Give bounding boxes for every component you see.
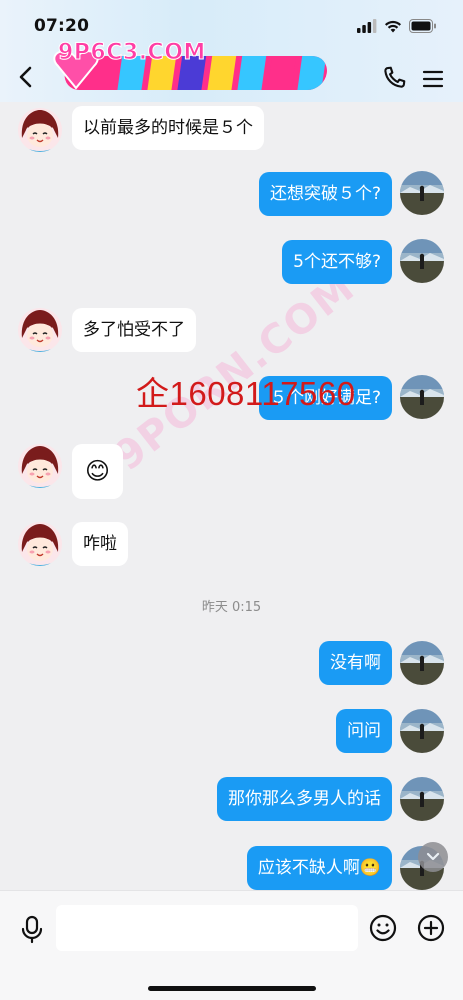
emoji-button[interactable] (368, 913, 398, 943)
time-separator: 昨天 0:15 (201, 600, 262, 615)
chat-message-list[interactable]: 9PORN.COM 以前最多的时候是５个 还想突破５个? 5个还不够? 多了怕受… (0, 102, 463, 890)
menu-button[interactable] (420, 66, 446, 92)
smiley-icon (369, 914, 397, 942)
voice-input-button[interactable] (18, 914, 46, 944)
contact-avatar[interactable] (18, 308, 62, 352)
more-actions-button[interactable] (416, 913, 446, 943)
incoming-message-bubble[interactable]: 咋啦 (72, 522, 128, 566)
contact-avatar[interactable] (18, 522, 62, 566)
outgoing-message-bubble[interactable]: 5个还不够? (282, 240, 392, 284)
my-avatar[interactable] (400, 709, 444, 753)
cartoon-girl-avatar (18, 108, 62, 152)
menu-icon (422, 70, 444, 88)
incoming-message-bubble[interactable]: 😊 (72, 444, 124, 499)
watermark-logo: 9P6C3.COM (40, 36, 340, 106)
my-avatar[interactable] (400, 171, 444, 215)
overlay-contact-watermark: 企1608117560 (136, 375, 356, 412)
my-avatar[interactable] (400, 239, 444, 283)
cartoon-girl-avatar (18, 444, 62, 488)
home-indicator (148, 986, 316, 991)
battery-icon (409, 19, 436, 33)
cartoon-girl-avatar (18, 522, 62, 566)
watermark-logo-text: 9P6C3.COM (58, 40, 206, 66)
landscape-avatar (400, 239, 444, 283)
outgoing-message-bubble[interactable]: 应该不缺人啊😬 (246, 846, 392, 890)
landscape-avatar (400, 375, 444, 419)
chevron-down-icon (426, 852, 440, 861)
landscape-avatar (400, 171, 444, 215)
my-avatar[interactable] (400, 375, 444, 419)
message-input-bar (0, 890, 463, 1000)
back-button[interactable] (12, 62, 38, 92)
microphone-icon (21, 915, 43, 944)
wifi-icon (385, 20, 401, 33)
plus-circle-icon (417, 914, 445, 942)
my-avatar[interactable] (400, 777, 444, 821)
chevron-left-icon (19, 66, 32, 88)
phone-icon (384, 66, 406, 88)
landscape-avatar (400, 641, 444, 685)
incoming-message-bubble[interactable]: 以前最多的时候是５个 (72, 106, 264, 150)
signal-icon (357, 19, 377, 33)
contact-avatar[interactable] (18, 108, 62, 152)
outgoing-message-bubble[interactable]: 没有啊 (319, 641, 392, 685)
call-button[interactable] (380, 64, 408, 92)
contact-avatar[interactable] (18, 444, 62, 488)
cartoon-girl-avatar (18, 308, 62, 352)
status-icons (357, 19, 437, 33)
outgoing-message-bubble[interactable]: 还想突破５个? (258, 172, 392, 216)
landscape-avatar (400, 777, 444, 821)
status-time: 07:20 (34, 16, 90, 36)
scroll-to-bottom-button[interactable] (418, 842, 448, 872)
incoming-message-bubble[interactable]: 多了怕受不了 (72, 308, 196, 352)
outgoing-message-bubble[interactable]: 那你那么多男人的话 (217, 777, 392, 821)
message-text-input[interactable] (56, 905, 358, 951)
landscape-avatar (400, 709, 444, 753)
outgoing-message-bubble[interactable]: 问问 (336, 709, 392, 753)
my-avatar[interactable] (400, 641, 444, 685)
